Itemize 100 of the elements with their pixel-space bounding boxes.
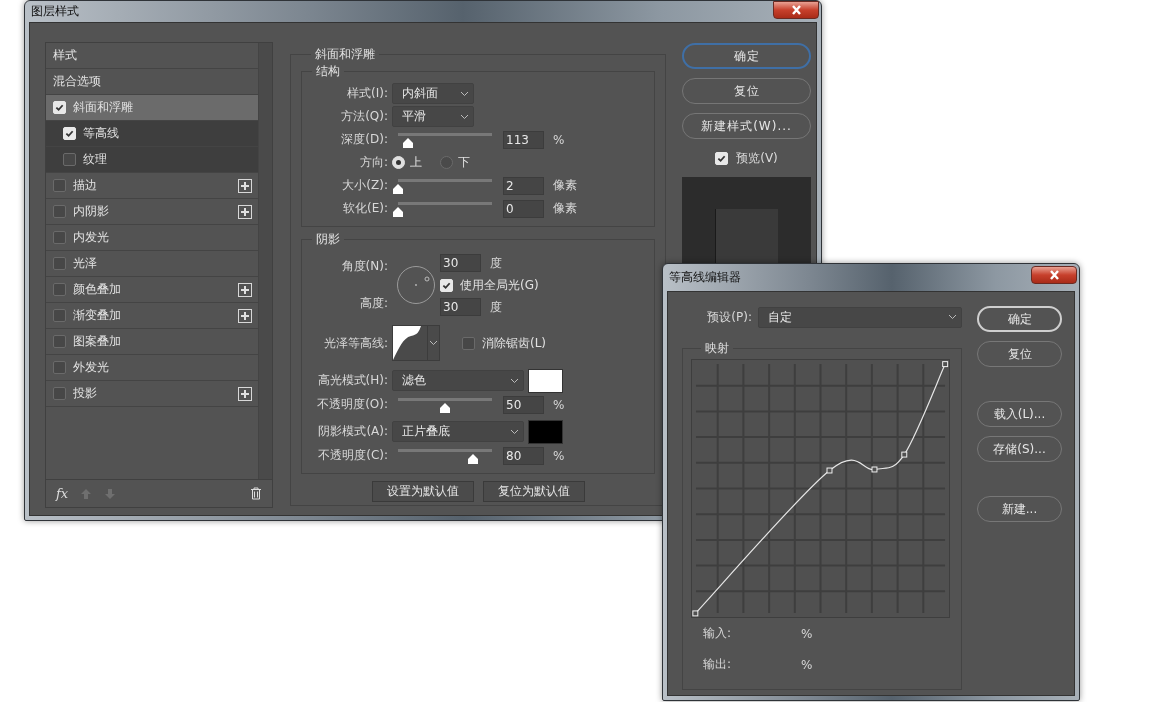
checkbox[interactable] xyxy=(63,153,76,166)
add-icon[interactable] xyxy=(238,386,252,401)
item-label: 描边 xyxy=(73,177,98,194)
style-list-item[interactable]: 纹理 xyxy=(46,147,258,173)
color-swatch[interactable] xyxy=(528,419,563,444)
fx-button[interactable]: fx xyxy=(56,486,69,501)
chevron-down-icon xyxy=(510,428,519,435)
readout-label: 输出: xyxy=(703,656,733,673)
field-label: 样式(I): xyxy=(346,85,389,102)
radio-button[interactable] xyxy=(440,156,453,169)
field-label: 大小(Z): xyxy=(341,177,389,194)
checkbox[interactable] xyxy=(53,283,66,296)
field-label: 角度(N): xyxy=(340,258,389,275)
style-list-item[interactable]: 斜面和浮雕 xyxy=(46,95,258,121)
add-icon[interactable] xyxy=(238,204,252,219)
chevron-down-icon xyxy=(948,314,957,320)
readout-label: 输入: xyxy=(703,625,733,642)
item-label: 渐变叠加 xyxy=(73,307,122,324)
number-field[interactable]: 50 xyxy=(503,395,544,414)
unit-label: % xyxy=(801,657,813,672)
field-label: 高光模式(H): xyxy=(316,372,389,389)
dialog-button[interactable]: 复位 xyxy=(682,78,811,104)
group-title: 阴影 xyxy=(315,231,341,248)
number-field[interactable]: 30 xyxy=(440,254,481,272)
field-label: 方法(Q): xyxy=(340,108,389,125)
add-icon[interactable] xyxy=(238,308,252,323)
checkbox[interactable] xyxy=(53,205,66,218)
checkbox[interactable] xyxy=(53,361,66,374)
group-title: 映射 xyxy=(704,340,730,357)
contour-picker[interactable] xyxy=(392,325,440,361)
chevron-down-icon xyxy=(429,340,438,346)
color-swatch[interactable] xyxy=(528,368,563,393)
group-title: 斜面和浮雕 xyxy=(314,46,376,63)
field-label: 软化(E): xyxy=(342,200,389,217)
dropdown[interactable]: 滤色 xyxy=(392,370,524,391)
dialog-button[interactable]: 新建样式(W)... xyxy=(682,113,811,139)
group-title: 结构 xyxy=(315,63,341,80)
checkbox[interactable] xyxy=(53,335,66,348)
chevron-down-icon xyxy=(460,90,469,97)
add-icon[interactable] xyxy=(238,178,252,193)
dialog-button[interactable]: 确定 xyxy=(682,43,811,69)
checkbox[interactable] xyxy=(53,231,66,244)
number-field[interactable]: 0 xyxy=(503,199,544,218)
item-label: 内阴影 xyxy=(73,203,110,220)
field-label: 高度: xyxy=(358,295,389,312)
option-label: 上 xyxy=(410,154,422,171)
dialog-button[interactable]: 新建... xyxy=(977,496,1062,522)
field-label: 光泽等高线: xyxy=(322,334,389,352)
defaults-button[interactable]: 设置为默认值 xyxy=(371,481,474,502)
checkbox[interactable] xyxy=(53,309,66,322)
unit-label: 像素 xyxy=(553,200,577,217)
checkbox[interactable] xyxy=(53,387,66,400)
number-field[interactable]: 113 xyxy=(503,130,544,149)
dialog-button[interactable]: 存储(S)... xyxy=(977,436,1062,462)
field-label: 不透明度(O): xyxy=(316,396,389,413)
close-button[interactable] xyxy=(1031,266,1077,284)
dialog-button[interactable]: 载入(L)... xyxy=(977,401,1062,427)
dropdown[interactable]: 正片叠底 xyxy=(392,421,524,442)
add-icon[interactable] xyxy=(238,282,252,297)
item-label: 内发光 xyxy=(73,229,110,246)
field-label: 预设(P): xyxy=(706,308,753,326)
close-button[interactable] xyxy=(773,1,819,19)
unit-label: % xyxy=(801,626,813,641)
unit-label: 度 xyxy=(490,298,502,316)
window-title: 等高线编辑器 xyxy=(669,269,741,286)
option-label: 下 xyxy=(458,154,470,171)
dropdown[interactable]: 内斜面 xyxy=(392,83,474,104)
preview-label: 预览(V) xyxy=(736,150,778,167)
slider-thumb[interactable] xyxy=(392,183,404,193)
unit-label: 度 xyxy=(490,254,502,272)
item-label: 等高线 xyxy=(83,125,120,142)
item-label: 颜色叠加 xyxy=(73,281,122,298)
item-label: 外发光 xyxy=(73,359,110,376)
dialog-button[interactable]: 确定 xyxy=(977,306,1062,332)
number-field[interactable]: 80 xyxy=(503,446,544,465)
dialog-button[interactable]: 复位 xyxy=(977,341,1062,367)
chevron-down-icon xyxy=(460,113,469,120)
checkbox[interactable] xyxy=(53,179,66,192)
item-label: 图案叠加 xyxy=(73,333,122,350)
number-field[interactable]: 2 xyxy=(503,176,544,195)
checkbox[interactable] xyxy=(53,257,66,270)
window-title: 图层样式 xyxy=(31,3,79,20)
field-label: 深度(D): xyxy=(340,131,389,148)
dropdown[interactable]: 平滑 xyxy=(392,106,474,127)
item-label: 样式 xyxy=(53,47,78,64)
unit-label: % xyxy=(553,132,565,147)
style-list-item[interactable]: 等高线 xyxy=(46,121,258,147)
unit-label: % xyxy=(553,397,565,412)
item-label: 纹理 xyxy=(83,151,108,168)
option-label: 使用全局光(G) xyxy=(460,276,539,294)
checkbox[interactable] xyxy=(462,336,475,350)
slider-thumb[interactable] xyxy=(392,206,404,216)
chevron-down-icon xyxy=(510,377,519,384)
close-icon xyxy=(790,5,802,15)
number-field[interactable]: 30 xyxy=(440,298,481,316)
field-label: 阴影模式(A): xyxy=(317,423,389,440)
dropdown[interactable]: 自定 xyxy=(758,306,962,328)
trash-icon[interactable] xyxy=(250,487,262,500)
defaults-button[interactable]: 复位为默认值 xyxy=(482,481,585,502)
option-label: 消除锯齿(L) xyxy=(482,334,547,352)
